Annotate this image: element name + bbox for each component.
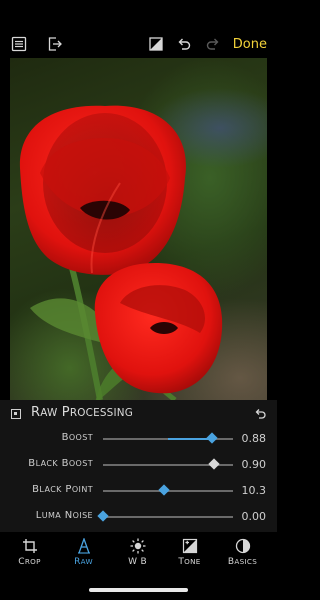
slider-thumb[interactable] (97, 510, 109, 522)
slider-value: 0.90 (241, 458, 267, 471)
slider-value: 10.3 (241, 484, 267, 497)
slider-row: BLACK POINT 10.3 (0, 481, 277, 501)
tulip-photo (10, 58, 267, 400)
tone-icon (182, 538, 197, 554)
tab-wb[interactable]: W B (110, 538, 165, 578)
slider-row: BOOST 0.88 (0, 429, 277, 449)
raw-processing-panel: RAW PROCESSING BOOST 0.88 BLACK BOOST 0.90 B… (0, 400, 277, 532)
export-icon[interactable] (47, 36, 63, 52)
tab-bar: CROP RAW W B TONE BASICS (0, 532, 277, 582)
top-toolbar: Done (0, 0, 277, 58)
panel-header: RAW PROCESSING (0, 400, 277, 428)
home-indicator (89, 588, 188, 592)
tab-crop[interactable]: CROP (2, 538, 57, 578)
tab-raw-label: RAW (74, 557, 93, 567)
undo-icon[interactable] (176, 36, 192, 52)
crop-icon (22, 539, 37, 553)
menu-list-icon[interactable] (11, 36, 27, 52)
slider-label: BLACK BOOST (28, 458, 93, 469)
panel-title: RAW PROCESSING (31, 405, 133, 420)
slider-thumb[interactable] (206, 432, 218, 444)
compare-icon[interactable] (148, 36, 164, 52)
slider-label: BOOST (61, 432, 93, 443)
slider-value: 0.00 (241, 510, 267, 523)
photo-canvas (19, 105, 223, 400)
slider-label: BLACK POINT (32, 484, 93, 495)
slider-row: LUMA NOISE 0.00 (0, 507, 277, 527)
sun-icon (130, 538, 145, 554)
tab-tone[interactable]: TONE (162, 538, 217, 578)
slider-value: 0.88 (241, 432, 267, 445)
slider-fill (168, 438, 213, 440)
reset-icon[interactable] (253, 407, 267, 421)
raw-processing-toggle[interactable] (11, 409, 21, 419)
tab-crop-label: CROP (18, 557, 41, 567)
raw-icon (77, 538, 90, 554)
tab-tone-label: TONE (178, 557, 201, 567)
tab-wb-label: W B (128, 557, 147, 567)
redo-icon[interactable] (205, 36, 221, 52)
contrast-icon (235, 538, 250, 554)
tab-basics-label: BASICS (227, 557, 258, 567)
slider-row: BLACK BOOST 0.90 (0, 455, 277, 475)
slider-thumb[interactable] (158, 484, 170, 496)
done-button[interactable]: Done (233, 37, 267, 52)
slider-label: LUMA NOISE (35, 510, 93, 521)
slider-thumb[interactable] (207, 458, 220, 470)
tab-basics[interactable]: BASICS (215, 538, 270, 578)
slider-track[interactable] (103, 516, 233, 518)
tab-raw[interactable]: RAW (56, 538, 111, 578)
